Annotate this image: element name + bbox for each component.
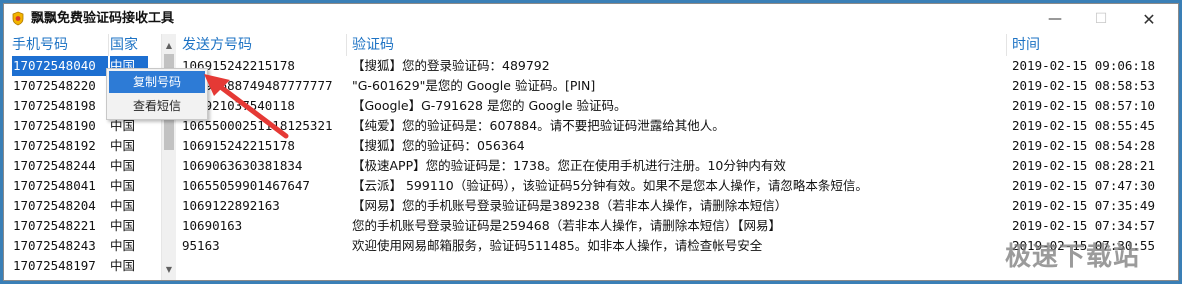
phone-number-cell: 17072548204 xyxy=(13,198,96,213)
column-header-sender[interactable]: 发送方号码 xyxy=(182,34,252,56)
table-row[interactable]: 10691688749487777777 "G-601629"是您的 Google… xyxy=(176,76,1176,96)
time-cell: 2019-02-15 08:57:10 xyxy=(1012,98,1155,113)
table-row[interactable]: 17072548204 中国 xyxy=(8,196,160,216)
table-row[interactable]: 17072548243 中国 xyxy=(8,236,160,256)
country-cell: 中国 xyxy=(110,158,136,173)
watermark: 极速下载站 xyxy=(1005,242,1141,272)
verification-code-cell: 【极速APP】您的验证码是：1738。您正在使用手机进行注册。10分钟内有效 xyxy=(352,158,786,173)
scroll-down-icon[interactable]: ▼ xyxy=(162,262,176,276)
copy-number-menu-item[interactable]: 复制号码 xyxy=(109,71,205,93)
scroll-up-icon[interactable]: ▲ xyxy=(162,38,176,52)
time-cell: 2019-02-15 08:58:53 xyxy=(1012,78,1155,93)
verification-code-cell: 【纯爱】您的验证码是：607884。请不要把验证码泄露给其他人。 xyxy=(352,118,725,133)
verification-code-cell: 您的手机账号登录验证码是259468（若非本人操作，请删除本短信）【网易】 xyxy=(352,218,781,233)
column-divider[interactable] xyxy=(108,34,109,56)
table-row[interactable]: 106915242215178 【搜狐】您的登录验证码：489792 2019-02… xyxy=(176,56,1176,76)
table-row[interactable]: 17072548244 中国 xyxy=(8,156,160,176)
table-row[interactable]: 106915242215178 【搜狐】您的验证码：056364 2019-02-1… xyxy=(176,136,1176,156)
phone-number-cell: 17072548192 xyxy=(13,138,96,153)
maximize-button[interactable]: ☐ xyxy=(1078,4,1124,34)
column-header-code[interactable]: 验证码 xyxy=(352,34,394,56)
column-header-country[interactable]: 国家 xyxy=(110,34,138,56)
close-button[interactable]: ✕ xyxy=(1126,4,1172,34)
sender-number-cell: 10655059901467647 xyxy=(182,178,310,193)
time-cell: 2019-02-15 07:47:30 xyxy=(1012,178,1155,193)
verification-code-cell: 【Google】G-791628 是您的 Google 验证码。 xyxy=(352,98,627,113)
verification-code-cell: 【网易】您的手机账号登录验证码是389238（若非本人操作，请删除本短信） xyxy=(352,198,788,213)
phone-number-cell: 17072548040 xyxy=(12,56,108,76)
table-row[interactable]: 1069122892163 【网易】您的手机账号登录验证码是389238（若非本人… xyxy=(176,196,1176,216)
phone-number-cell: 17072548221 xyxy=(13,218,96,233)
table-row[interactable]: 17072548221 中国 xyxy=(8,216,160,236)
column-divider[interactable] xyxy=(1006,34,1007,56)
phone-number-cell: 17072548197 xyxy=(13,258,96,273)
message-rows: 106915242215178 【搜狐】您的登录验证码：489792 2019-02… xyxy=(176,56,1176,256)
sender-number-cell: 10690163 xyxy=(182,218,243,233)
sender-number-cell: 1069122892163 xyxy=(182,198,280,213)
time-cell: 2019-02-15 07:35:49 xyxy=(1012,198,1155,213)
phone-number-cell: 17072548198 xyxy=(13,98,96,113)
table-row[interactable]: 10655000251118125321 【纯爱】您的验证码是：607884。请不… xyxy=(176,116,1176,136)
annotation-arrow-icon xyxy=(204,74,289,139)
table-row[interactable]: 17072548197 中国 xyxy=(8,256,160,276)
table-row[interactable]: 106921037540118 【Google】G-791628 是您的 Goog… xyxy=(176,96,1176,116)
country-cell: 中国 xyxy=(110,238,136,253)
phone-number-cell: 17072548244 xyxy=(13,158,96,173)
country-cell: 中国 xyxy=(110,198,136,213)
title-bar[interactable]: 飘飘免费验证码接收工具 — ☐ ✕ xyxy=(4,4,1178,34)
time-cell: 2019-02-15 09:06:18 xyxy=(1012,58,1155,73)
phone-number-cell: 17072548220 xyxy=(13,78,96,93)
table-row[interactable]: 17072548041 中国 xyxy=(8,176,160,196)
time-cell: 2019-02-15 07:34:57 xyxy=(1012,218,1155,233)
verification-code-cell: 【云派】 599110（验证码），该验证码5分钟有效。如果不是您本人操作，请忽略… xyxy=(352,178,868,193)
time-cell: 2019-02-15 08:55:45 xyxy=(1012,118,1155,133)
window-title: 飘飘免费验证码接收工具 xyxy=(31,11,175,26)
phone-number-cell: 17072548190 xyxy=(13,118,96,133)
table-row[interactable]: 1069063630381834 【极速APP】您的验证码是：1738。您正在使用… xyxy=(176,156,1176,176)
column-header-phone[interactable]: 手机号码 xyxy=(12,34,68,56)
table-row[interactable]: 17072548192 中国 xyxy=(8,136,160,156)
app-icon xyxy=(12,11,24,26)
app-window: 飘飘免费验证码接收工具 — ☐ ✕ 手机号码 国家 17072548040 中国 1… xyxy=(3,3,1179,281)
time-cell: 2019-02-15 08:28:21 xyxy=(1012,158,1155,173)
verification-code-cell: "G-601629"是您的 Google 验证码。[PIN] xyxy=(352,78,596,93)
country-cell: 中国 xyxy=(110,178,136,193)
column-header-time[interactable]: 时间 xyxy=(1012,34,1040,56)
country-cell: 中国 xyxy=(110,218,136,233)
verification-code-cell: 【搜狐】您的验证码：056364 xyxy=(352,138,525,153)
time-cell: 2019-02-15 08:54:28 xyxy=(1012,138,1155,153)
column-divider[interactable] xyxy=(346,34,347,56)
country-cell: 中国 xyxy=(110,138,136,153)
country-cell: 中国 xyxy=(110,258,136,273)
phone-number-cell: 17072548041 xyxy=(13,178,96,193)
sender-number-cell: 1069063630381834 xyxy=(182,158,303,173)
sender-number-cell: 95163 xyxy=(182,238,220,253)
verification-code-cell: 【搜狐】您的登录验证码：489792 xyxy=(352,58,550,73)
minimize-button[interactable]: — xyxy=(1032,4,1078,34)
table-row[interactable]: 10690163 您的手机账号登录验证码是259468（若非本人操作，请删除本短信… xyxy=(176,216,1176,236)
view-sms-menu-item[interactable]: 查看短信 xyxy=(109,95,205,117)
verification-code-cell: 欢迎使用网易邮箱服务，验证码511485。如非本人操作，请检查帐号安全 xyxy=(352,238,763,253)
phone-number-cell: 17072548243 xyxy=(13,238,96,253)
context-menu: 复制号码 查看短信 xyxy=(106,68,208,120)
table-row[interactable]: 10655059901467647 【云派】 599110（验证码），该验证码5分… xyxy=(176,176,1176,196)
